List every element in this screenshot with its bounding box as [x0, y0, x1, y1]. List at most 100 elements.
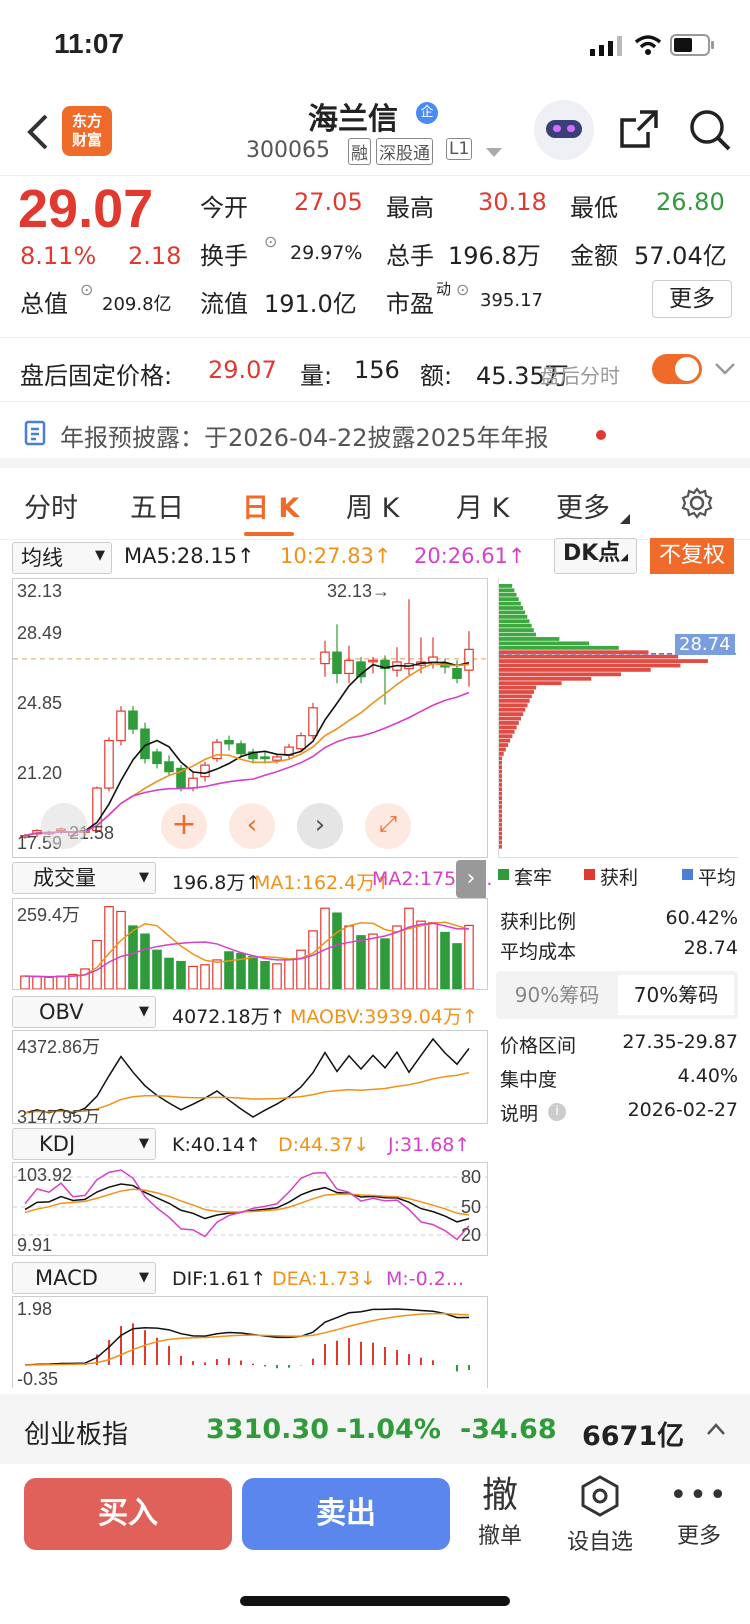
turnover-value: 29.97%: [290, 242, 363, 264]
kdj-select-label: KDJ: [39, 1132, 76, 1156]
dropdown-icon[interactable]: [486, 148, 502, 158]
volume-ymax: 259.4万: [17, 905, 81, 925]
ma-select-label: 均线: [21, 546, 63, 570]
kdj-k-line: [24, 1183, 470, 1223]
adjust-button[interactable]: 不复权: [650, 538, 734, 574]
macd-select[interactable]: MACD ▼: [12, 1262, 156, 1294]
volume-bar: [380, 938, 390, 989]
ma-select[interactable]: 均线 ▼: [12, 542, 112, 574]
sell-button[interactable]: 卖出: [242, 1478, 450, 1550]
badge-margin: 融: [348, 138, 371, 165]
chevron-up-icon[interactable]: [706, 1422, 726, 1436]
chip-bar: [499, 610, 526, 615]
expand-panel-button[interactable]: ›: [456, 860, 486, 898]
open-label: 今开: [200, 194, 248, 222]
volume-chart[interactable]: 259.4万: [12, 898, 488, 990]
next-button[interactable]: ›: [297, 803, 343, 849]
concentration-value: 4.40%: [677, 1065, 738, 1087]
tab-daily-k[interactable]: 日 K: [242, 486, 299, 525]
back-icon[interactable]: [24, 112, 52, 152]
volume-bar: [116, 910, 126, 989]
chip-bar: [499, 707, 526, 712]
index-ticker[interactable]: 创业板指 3310.30 -1.04% -34.68 6671亿: [0, 1394, 750, 1464]
macd-ymax: 1.98: [17, 1299, 53, 1319]
tab-chips-70[interactable]: 70%筹码: [618, 975, 734, 1015]
chevron-down-icon[interactable]: [714, 362, 736, 376]
volume-bar: [308, 930, 318, 989]
chip-bar: [499, 840, 502, 845]
prev-button[interactable]: ‹: [229, 803, 275, 849]
fullscreen-button[interactable]: ⤢: [365, 803, 411, 849]
tab-five-day[interactable]: 五日: [130, 486, 184, 525]
hexagon-icon: [581, 1475, 619, 1517]
chip-bar: [499, 592, 517, 597]
search-icon[interactable]: [688, 108, 732, 152]
candle: [236, 743, 246, 755]
macd-dif-line: [24, 1308, 470, 1366]
volume-select[interactable]: 成交量 ▼: [12, 862, 156, 894]
tab-intraday[interactable]: 分时: [24, 486, 78, 525]
chip-bar: [499, 645, 619, 650]
legend-trapped: [498, 869, 509, 880]
candle: [296, 735, 306, 750]
candle: [104, 739, 114, 789]
share-icon[interactable]: [618, 108, 660, 150]
gear-icon[interactable]: [680, 486, 714, 520]
kdj-ymax: 103.92: [17, 1165, 73, 1185]
chip-bar: [499, 712, 524, 717]
tab-chips-90[interactable]: 90%筹码: [500, 975, 614, 1015]
more-menu-button[interactable]: ••• 更多: [664, 1474, 734, 1550]
add-watchlist-button[interactable]: 设自选: [560, 1474, 640, 1556]
zoom-out-button[interactable]: [41, 803, 87, 849]
after-vol: 156: [354, 356, 400, 384]
chip-bar: [499, 769, 502, 774]
volume-bar: [296, 949, 306, 989]
chip-bar: [499, 637, 560, 641]
kdj-select[interactable]: KDJ ▼: [12, 1128, 156, 1160]
amount-value: 57.04亿: [634, 242, 727, 270]
legend-trapped-label: 套牢: [514, 867, 553, 889]
obv-chart[interactable]: 4372.86万 3147.95万: [12, 1030, 488, 1124]
chip-bar: [499, 796, 502, 801]
candle: [224, 739, 234, 745]
chip-bar: [499, 765, 502, 770]
kline-chart[interactable]: 32.13 28.49 24.85 21.20 17.59 32.13→ 21.…: [12, 578, 488, 858]
chip-bar: [499, 778, 502, 783]
macd-dea: DEA:1.73↓: [272, 1268, 376, 1290]
candle: [332, 651, 342, 675]
info-icon[interactable]: ⊙: [264, 232, 277, 251]
tab-monthly-k[interactable]: 月 K: [456, 486, 509, 525]
note-value: 2026-02-27: [627, 1099, 738, 1121]
chip-bar: [499, 663, 681, 668]
kdj-ymin: 9.91: [17, 1235, 53, 1255]
candle: [452, 667, 462, 679]
unread-dot: [596, 430, 606, 440]
macd-dif: DIF:1.61↑: [172, 1268, 267, 1290]
volume-bar: [224, 951, 234, 989]
mcap-label: 总值: [20, 290, 68, 318]
after-amt-label: 额:: [420, 362, 453, 390]
info-icon[interactable]: ⊙: [80, 280, 93, 299]
tab-more[interactable]: 更多: [556, 486, 610, 525]
tab-weekly-k[interactable]: 周 K: [346, 486, 399, 525]
info-icon[interactable]: i: [548, 1103, 566, 1121]
obv-ma: MAOBV:3939.04万↑: [290, 1006, 478, 1028]
robot-avatar-icon[interactable]: [534, 100, 594, 160]
buy-button[interactable]: 买入: [24, 1478, 232, 1550]
zoom-in-button[interactable]: +: [161, 803, 207, 849]
cancel-order-button[interactable]: 撤 撤单: [464, 1474, 536, 1550]
macd-dea-line: [24, 1312, 470, 1366]
notice-bar[interactable]: 年报预披露：于2026-04-22披露2025年年报: [0, 402, 750, 468]
after-toggle[interactable]: [652, 354, 702, 384]
chip-bar: [499, 690, 534, 694]
obv-select[interactable]: OBV ▼: [12, 996, 156, 1028]
legend-profit: [584, 869, 595, 880]
more-button[interactable]: 更多: [652, 280, 732, 318]
chip-bar: [499, 800, 502, 805]
dk-label: DK点: [563, 541, 621, 566]
dk-point-select[interactable]: DK点◢: [554, 538, 638, 574]
volume-bar: [128, 925, 138, 989]
info-icon[interactable]: ⊙: [456, 280, 469, 299]
macd-chart[interactable]: 1.98 -0.35: [12, 1296, 488, 1388]
kdj-chart[interactable]: 103.92 9.91 80 50 20: [12, 1162, 488, 1256]
